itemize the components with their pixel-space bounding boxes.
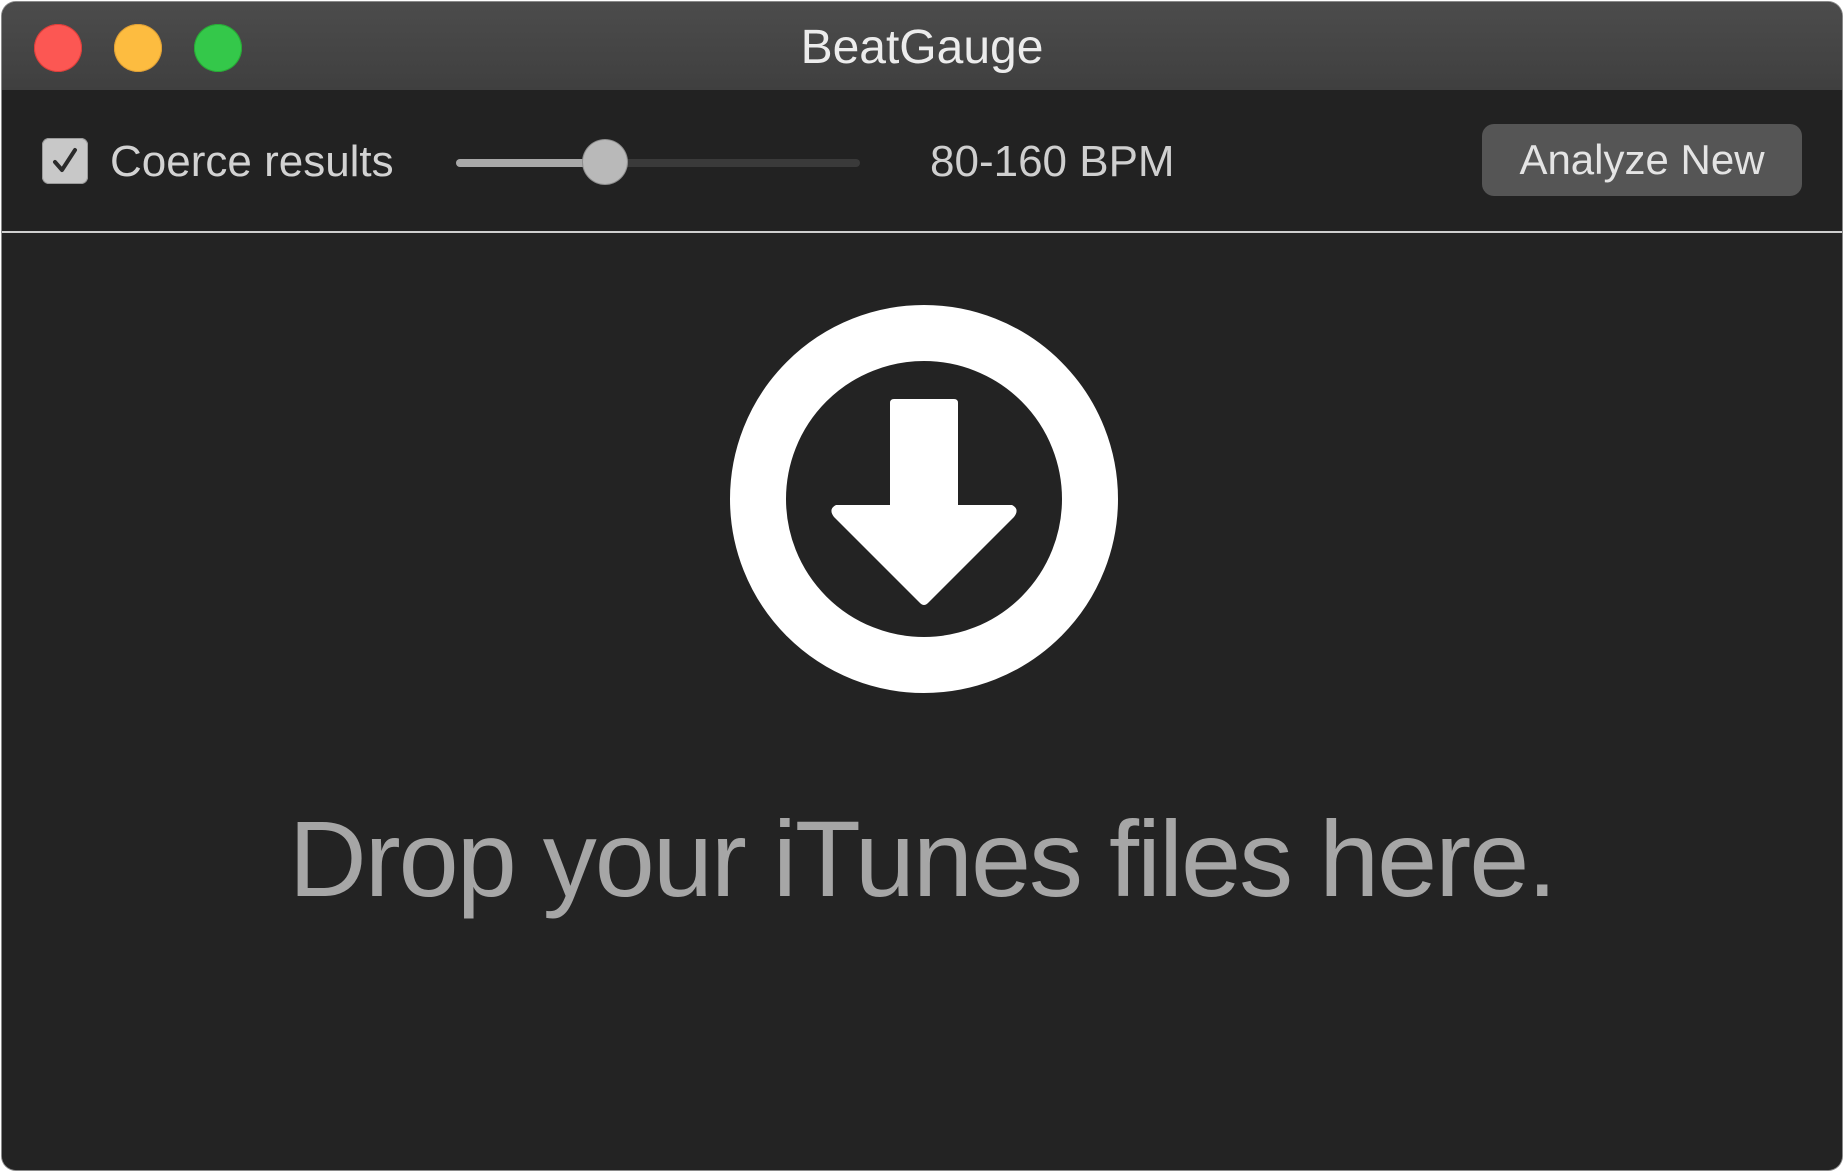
tempo-range-slider[interactable]: [456, 140, 860, 184]
drop-instruction-text: Drop your iTunes files here.: [288, 798, 1558, 919]
coerce-results-checkbox[interactable]: [42, 138, 88, 184]
download-circle-icon: [730, 305, 1118, 693]
slider-thumb[interactable]: [583, 140, 627, 184]
coerce-results-label[interactable]: Coerce results: [110, 134, 394, 190]
bpm-range-label: 80-160 BPM: [930, 137, 1175, 186]
title-bar[interactable]: BeatGauge: [2, 2, 1842, 90]
file-drop-zone[interactable]: Drop your iTunes files here.: [2, 233, 1842, 1170]
window-title: BeatGauge: [800, 21, 1044, 74]
checkmark-icon: [53, 148, 77, 172]
app-window: BeatGauge Coerce results 80-160 BPM Anal…: [2, 2, 1842, 1170]
toolbar: Coerce results 80-160 BPM Analyze New: [2, 90, 1842, 233]
analyze-new-button[interactable]: Analyze New: [1482, 124, 1802, 196]
